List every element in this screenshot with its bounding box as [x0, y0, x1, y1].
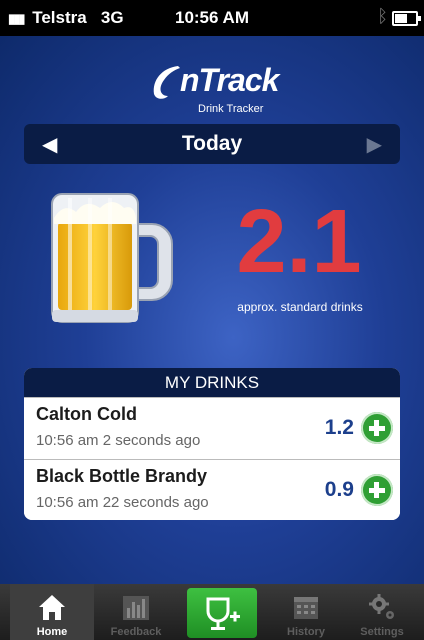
logo-subtitle: Drink Tracker	[198, 103, 264, 115]
gears-icon	[369, 594, 394, 619]
date-label: Today	[181, 132, 243, 155]
battery-icon	[392, 11, 421, 26]
add-drink-tab-button[interactable]	[187, 588, 257, 638]
tab-settings[interactable]: Settings	[340, 584, 424, 640]
my-drinks-panel: MY DRINKS Calton Cold 10:56 am 2 seconds…	[24, 368, 400, 520]
drink-row[interactable]: Calton Cold 10:56 am 2 seconds ago 1.2	[24, 397, 400, 459]
calendar-icon	[294, 597, 318, 619]
tab-home[interactable]: Home	[10, 584, 94, 640]
drink-name: Black Bottle Brandy	[36, 466, 208, 486]
tab-label: Home	[36, 626, 68, 638]
logo-text: nTrack	[180, 62, 279, 98]
add-drink-plus-icon[interactable]	[361, 412, 393, 444]
date-navigator: ◀ Today ▶	[24, 124, 400, 164]
logo-swoosh-icon	[153, 66, 180, 99]
status-bar: ▮▮▮ Telstra 3G 10:56 AM ᛒ	[0, 0, 424, 36]
my-drinks-header: MY DRINKS	[24, 368, 400, 397]
status-time: 10:56 AM	[174, 8, 249, 27]
tab-feedback[interactable]: Feedback	[94, 584, 178, 640]
tab-history[interactable]: History	[264, 584, 348, 640]
drink-amount: 1.2	[324, 416, 354, 439]
home-icon	[39, 595, 65, 620]
total-drinks-caption: approx. standard drinks	[237, 300, 363, 314]
add-drink-icon	[206, 597, 240, 630]
home-screen: nTrack Drink Tracker ◀ Today ▶ 2.1 appro…	[0, 36, 424, 584]
drink-row[interactable]: Black Bottle Brandy 10:56 am 22 seconds …	[24, 459, 400, 520]
bar-chart-icon	[123, 596, 149, 620]
tab-label: Settings	[360, 626, 404, 638]
tab-label: Feedback	[110, 626, 162, 638]
drink-name: Calton Cold	[36, 404, 137, 424]
tab-bar: Home Feedback History Settings	[0, 584, 424, 640]
app-logo: nTrack Drink Tracker	[150, 60, 300, 124]
total-drinks-value: 2.1	[236, 192, 362, 292]
beer-mug-icon	[51, 193, 173, 323]
drink-amount: 0.9	[324, 478, 354, 501]
next-day-button[interactable]: ▶	[367, 132, 382, 157]
add-drink-plus-icon[interactable]	[361, 474, 393, 506]
drink-time: 10:56 am 2 seconds ago	[36, 432, 201, 449]
drink-time: 10:56 am 22 seconds ago	[36, 494, 209, 511]
tab-label: History	[287, 626, 325, 638]
bluetooth-icon: ᛒ	[377, 6, 388, 26]
